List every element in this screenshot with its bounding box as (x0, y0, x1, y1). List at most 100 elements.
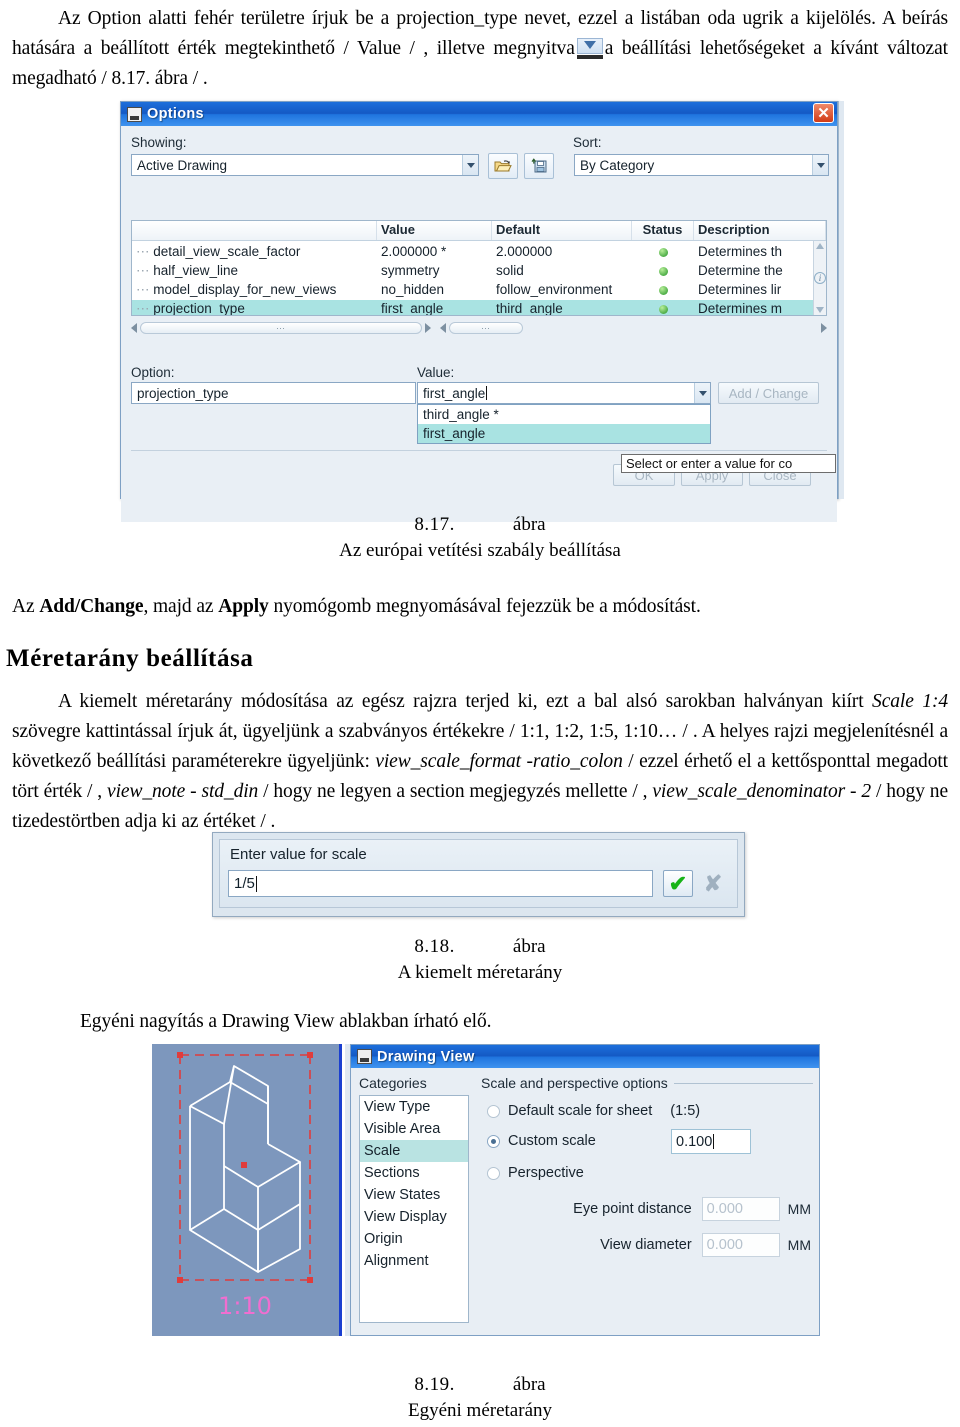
custom-scale-radio-row[interactable]: Custom scale (487, 1133, 596, 1149)
row-status (632, 281, 694, 299)
custom-scale-input[interactable]: 0.100 (671, 1129, 751, 1154)
drawing-preview-canvas[interactable]: 1:10 (152, 1044, 342, 1336)
view-diameter-label: View diameter (600, 1237, 692, 1253)
table-row[interactable]: ⋯ half_view_line symmetry solid Determin… (132, 261, 826, 280)
add-change-button[interactable]: Add / Change (718, 382, 819, 404)
row-description: Determines m (694, 299, 826, 315)
scroll-track-left[interactable]: ⋯ (140, 322, 422, 334)
para3-view-scale-denominator: view_scale_denominator - 2 (652, 781, 872, 802)
option-input[interactable]: projection_type (131, 382, 416, 404)
category-visible-area[interactable]: Visible Area (360, 1118, 468, 1140)
enter-scale-inner: Enter value for scale 1/5 ✔ ✘ (219, 839, 738, 908)
figure-817-title: Az európai vetítési szabály beállítása (339, 540, 621, 561)
radio-default-scale-icon[interactable] (487, 1104, 500, 1118)
scroll-up-icon[interactable] (816, 243, 824, 249)
dropdown-arrow-icon (576, 38, 603, 59)
options-grid[interactable]: Value Default Status Description ⋯ detai… (131, 220, 827, 316)
showing-label: Showing: (131, 135, 187, 150)
value-dropdown-list[interactable]: third_angle * first_angle (417, 404, 711, 444)
grid-vertical-scrollbar[interactable]: i (813, 241, 826, 315)
para3-view-scale-format: view_scale_format -ratio_colon (375, 751, 623, 772)
eye-point-label: Eye point distance (573, 1201, 692, 1217)
eye-point-input[interactable]: 0.000 (701, 1197, 780, 1221)
para2-addchange: Add/Change (39, 596, 144, 617)
scroll-left-icon[interactable] (131, 323, 137, 333)
category-sections[interactable]: Sections (360, 1162, 468, 1184)
table-row[interactable]: ⋯ model_display_for_new_views no_hidden … (132, 280, 826, 299)
para3-scale14: Scale 1:4 (872, 691, 948, 712)
para2-pre: Az (12, 596, 40, 617)
category-origin[interactable]: Origin (360, 1228, 468, 1250)
table-row-selected[interactable]: ⋯ projection_type first_angle third_angl… (132, 299, 826, 316)
paragraph-add-change: Az Add/Change, majd az Apply nyomógomb m… (12, 592, 948, 622)
row-name: half_view_line (153, 262, 239, 278)
row-status (632, 262, 694, 280)
custom-scale-label: Custom scale (508, 1133, 596, 1149)
sort-select[interactable]: By Category (574, 154, 829, 176)
row-value: first_angle (377, 299, 492, 315)
open-config-button[interactable] (488, 153, 518, 179)
para2-mid: , majd az (143, 596, 219, 617)
view-diameter-input[interactable]: 0.000 (701, 1233, 780, 1257)
row-name: model_display_for_new_views (153, 281, 337, 297)
drawing-view-dialog[interactable]: Drawing View Categories View Type Visibl… (350, 1044, 820, 1336)
view-diameter-unit: MM (787, 1237, 811, 1253)
dropdown-option-third-angle[interactable]: third_angle * (418, 405, 710, 424)
radio-custom-scale-icon[interactable] (487, 1134, 500, 1148)
para2-apply: Apply (218, 596, 269, 617)
close-icon[interactable]: ✕ (813, 103, 834, 123)
category-scale[interactable]: Scale (360, 1140, 468, 1162)
dropdown-option-first-angle[interactable]: first_angle (418, 424, 710, 443)
table-row[interactable]: ⋯ detail_view_scale_factor 2.000000 * 2.… (132, 242, 826, 261)
drawing-view-title: Drawing View (377, 1048, 475, 1065)
save-config-button[interactable] (524, 153, 554, 179)
scroll-right-icon-2[interactable] (821, 323, 827, 333)
accept-check-icon[interactable]: ✔ (663, 870, 693, 897)
showing-select[interactable]: Active Drawing (131, 154, 479, 176)
chevron-down-icon[interactable] (812, 155, 828, 175)
grid-header-description: Description (694, 221, 826, 240)
chevron-down-icon[interactable] (462, 155, 478, 175)
grid-horizontal-scrollbars[interactable]: ⋯ ⋯ (131, 320, 827, 336)
options-dialog[interactable]: Options ✕ Showing: Sort: Active Drawing (120, 101, 838, 522)
scale-input[interactable]: 1/5 (228, 870, 653, 897)
scroll-down-icon[interactable] (816, 307, 824, 313)
figure-819-caption: 8.19. ábra Egyéni méretarány (0, 1372, 960, 1424)
value-combo[interactable]: first_angle (417, 382, 711, 404)
info-icon[interactable]: i (814, 272, 826, 284)
row-default: third_angle (492, 299, 632, 315)
perspective-radio-row[interactable]: Perspective (487, 1165, 584, 1181)
categories-label: Categories (359, 1075, 427, 1091)
paragraph-drawing-view: Egyéni nagyítás a Drawing View ablakban … (80, 1011, 492, 1032)
enter-scale-dialog[interactable]: Enter value for scale 1/5 ✔ ✘ (212, 832, 745, 917)
row-name: detail_view_scale_factor (153, 243, 301, 259)
scroll-left-icon-2[interactable] (440, 323, 446, 333)
row-name: projection_type (153, 300, 245, 316)
paragraph-intro: Az Option alatti fehér területre írjuk b… (12, 4, 948, 94)
preview-scale-text: 1:10 (218, 1292, 272, 1320)
category-view-states[interactable]: View States (360, 1184, 468, 1206)
document-page: Az Option alatti fehér területre írjuk b… (0, 4, 960, 94)
status-dot-icon (658, 247, 668, 257)
background-window-edge (838, 101, 844, 499)
chevron-down-icon[interactable] (694, 383, 710, 403)
cancel-x-icon[interactable]: ✘ (698, 870, 728, 897)
radio-perspective-icon[interactable] (487, 1166, 500, 1180)
status-dot-icon (658, 285, 668, 295)
row-default: solid (496, 262, 524, 278)
para3-view-note: view_note - std_din (107, 781, 259, 802)
view-diameter-value: 0.000 (706, 1237, 743, 1253)
value-label: Value: (417, 365, 455, 380)
category-view-display[interactable]: View Display (360, 1206, 468, 1228)
scroll-track-right[interactable]: ⋯ (449, 322, 523, 334)
grid-header-row: Value Default Status Description (132, 221, 826, 241)
category-view-type[interactable]: View Type (360, 1096, 468, 1118)
categories-list[interactable]: View Type Visible Area Scale Sections Vi… (359, 1095, 469, 1323)
scale-input-value: 1/5 (234, 875, 255, 892)
default-scale-radio-row[interactable]: Default scale for sheet (1:5) (487, 1103, 700, 1119)
para3-s4: / hogy ne legyen a section megjegyzés me… (258, 781, 653, 802)
scroll-right-icon[interactable] (425, 323, 431, 333)
category-alignment[interactable]: Alignment (360, 1250, 468, 1272)
drawing-view-titlebar: Drawing View (351, 1045, 819, 1068)
eye-point-value: 0.000 (706, 1201, 743, 1217)
